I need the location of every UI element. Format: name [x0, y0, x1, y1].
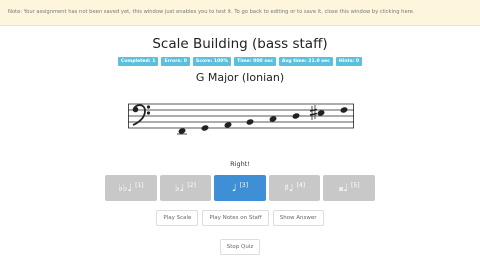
flat-quarter-note-icon: ♭♩ [174, 182, 185, 194]
music-staff [128, 103, 354, 135]
answer-shortcut-3: [3] [239, 181, 249, 189]
note-e3 [292, 113, 300, 119]
note-a2 [201, 125, 209, 131]
sharp-quarter-note-icon: ♯♩ [284, 182, 294, 194]
note-g3 [340, 107, 348, 113]
note-b2 [224, 122, 232, 128]
answer-shortcut-1: [1] [135, 181, 144, 189]
scale-name: G Major (Ionian) [195, 71, 285, 84]
stats-badges: Completed: 1 Errors: 0 Score: 100% Time:… [0, 57, 480, 66]
stat-time: Time: 000 sec [234, 57, 276, 66]
feedback-text: Right! [230, 160, 250, 168]
stat-hints: Hints: 0 [335, 57, 363, 66]
double-flat-quarter-note-icon: ♭♭♩ [117, 182, 133, 194]
stop-quiz-button[interactable]: Stop Quiz [219, 239, 261, 255]
test-mode-notice[interactable]: Note: Your assignment has not been saved… [0, 0, 480, 26]
answer-flat-button[interactable]: ♭♩ [2] [159, 175, 212, 201]
answer-double-sharp-button[interactable]: 𝄪♩ [5] [323, 175, 375, 201]
staff-lines [128, 103, 354, 129]
note-f-sharp3 [317, 110, 325, 116]
exercise-title: Scale Building (bass staff) [152, 36, 328, 52]
double-sharp-quarter-note-icon: 𝄪♩ [338, 182, 349, 194]
stat-avg-time: Avg time: 21.0 sec [278, 57, 333, 66]
quarter-note-icon: ♩ [231, 182, 237, 194]
answer-double-flat-button[interactable]: ♭♭♩ [1] [105, 175, 157, 201]
stop-quiz-row: Stop Quiz [0, 239, 480, 255]
note-c3 [246, 119, 254, 125]
answer-shortcut-4: [4] [296, 181, 306, 189]
stat-completed: Completed: 1 [117, 57, 159, 66]
stat-score: Score: 100% [192, 57, 232, 66]
answer-sharp-button[interactable]: ♯♩ [4] [268, 175, 321, 201]
stat-errors: Errors: 0 [161, 57, 190, 66]
answer-natural-button[interactable]: ♩ [3] [214, 175, 266, 201]
playback-controls: Play Scale Play Notes on Staff Show Answ… [0, 210, 480, 226]
answer-shortcut-2: [2] [187, 181, 196, 189]
note-d3 [269, 116, 277, 122]
sharp-icon [309, 105, 318, 120]
answer-options: ♭♭♩ [1] ♭♩ [2] ♩ [3] ♯♩ [4] 𝄪♩ [5] [105, 175, 375, 201]
play-scale-button[interactable]: Play Scale [156, 210, 199, 226]
note-g2 [177, 128, 187, 135]
answer-shortcut-5: [5] [351, 181, 360, 189]
show-answer-button[interactable]: Show Answer [272, 210, 324, 226]
play-notes-on-staff-button[interactable]: Play Notes on Staff [202, 210, 269, 226]
